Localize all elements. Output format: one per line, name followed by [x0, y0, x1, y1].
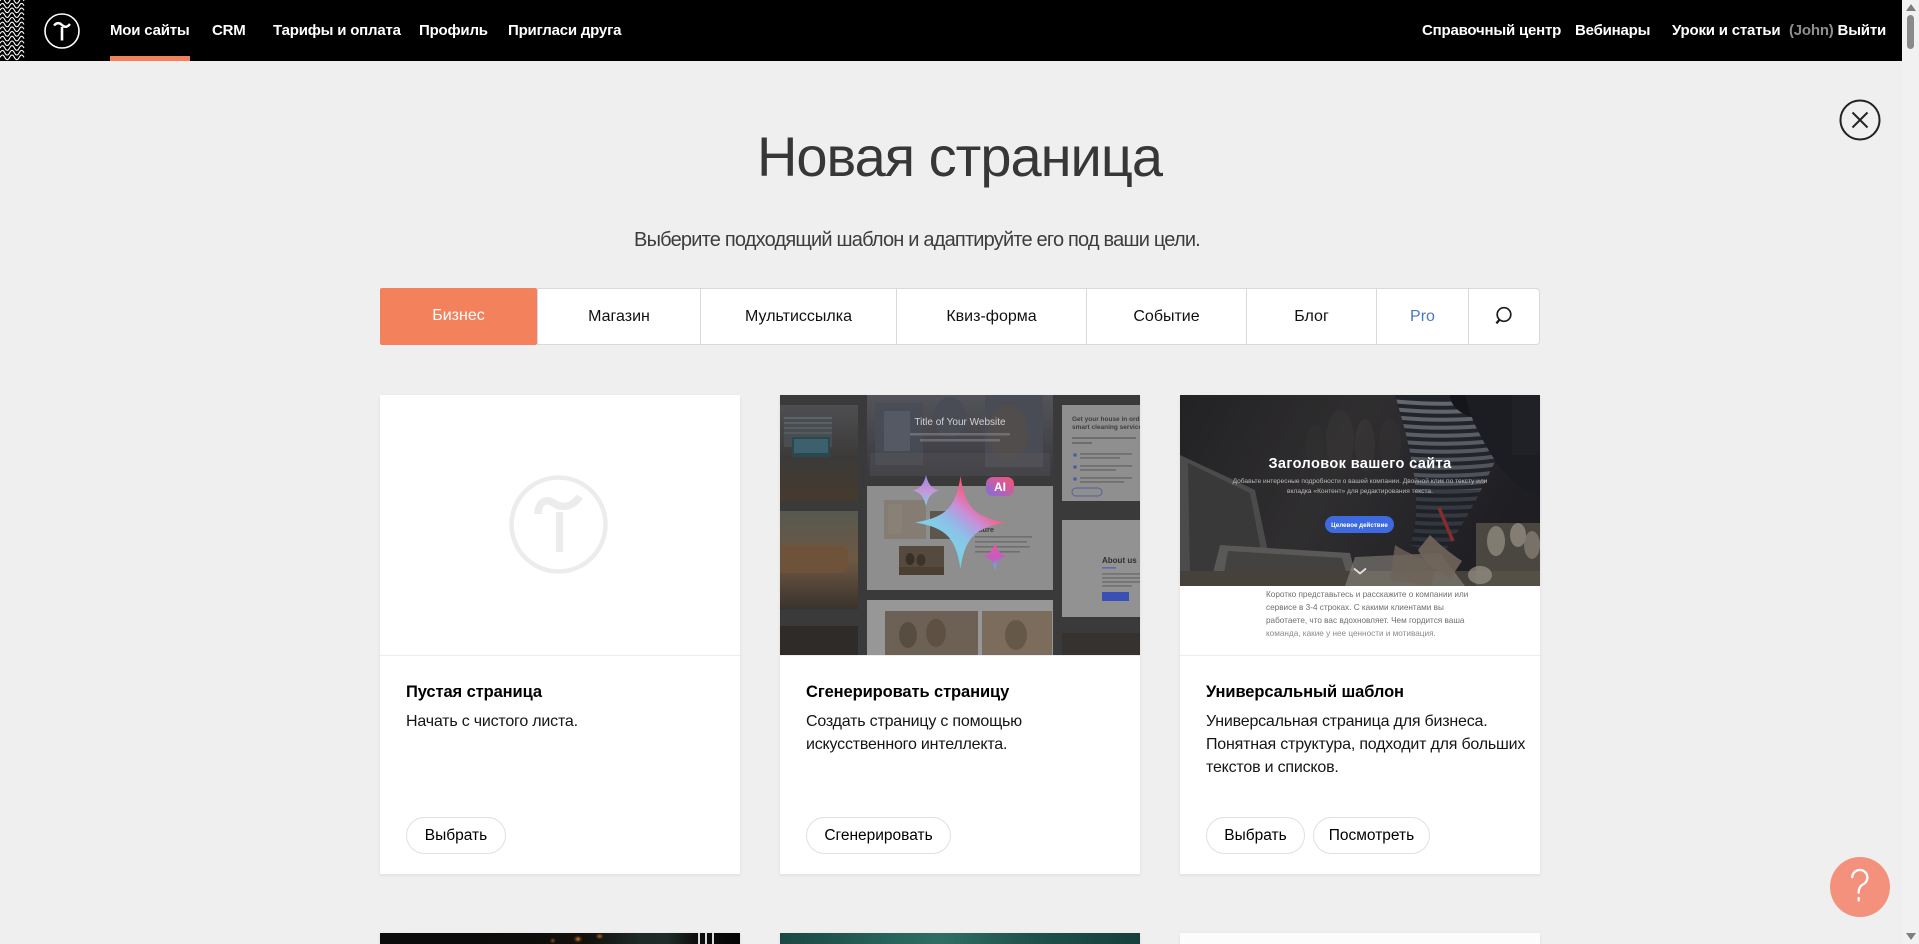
svg-text:сервисе в 3-4 строках. С каким: сервисе в 3-4 строках. С какими клиентам…: [1266, 603, 1444, 612]
svg-text:About us: About us: [1102, 556, 1137, 565]
svg-text:работаете, что вас вдохновляет: работаете, что вас вдохновляет. Чем горд…: [1266, 616, 1465, 625]
svg-text:smart cleaning service!: smart cleaning service!: [1072, 424, 1140, 431]
svg-text:Добавьте интересные подробност: Добавьте интересные подробности о вашей …: [1233, 477, 1488, 485]
svg-text:команда, какие у нее ценности: команда, какие у нее ценности и мотиваци…: [1266, 629, 1436, 638]
svg-text:Коротко представьтесь и расска: Коротко представьтесь и расскажите о ком…: [1266, 590, 1468, 599]
svg-text:Get your house in order with o: Get your house in order with o: [1072, 416, 1140, 423]
svg-text:Заголовок вашего сайта: Заголовок вашего сайта: [1268, 456, 1452, 472]
svg-text:вкладка «Контент» для редактир: вкладка «Контент» для редактирования тек…: [1287, 488, 1433, 495]
svg-text:AI: AI: [994, 480, 1006, 494]
svg-text:Title of Your Website: Title of Your Website: [914, 417, 1006, 428]
svg-text:Целевое действие: Целевое действие: [1331, 522, 1388, 529]
